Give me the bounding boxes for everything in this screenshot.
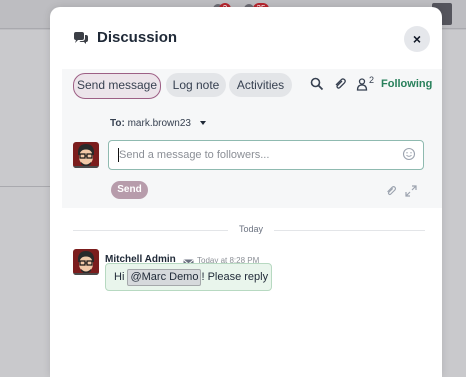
to-label: To: xyxy=(110,118,125,129)
discussion-dialog: Discussion × Send message Log note Activ… xyxy=(50,7,442,377)
comments-icon xyxy=(73,31,89,45)
dialog-header: Discussion × xyxy=(50,7,442,67)
tab-log-note[interactable]: Log note xyxy=(166,73,226,97)
dialog-title: Discussion xyxy=(97,29,178,46)
expand-icon[interactable] xyxy=(405,184,417,197)
mention-link[interactable]: @Marc Demo xyxy=(127,269,202,286)
text-cursor xyxy=(118,148,119,162)
tab-send-message[interactable]: Send message xyxy=(73,73,161,99)
tab-activities[interactable]: Activities xyxy=(229,73,292,97)
avatar xyxy=(73,142,99,168)
message-body: Hi @Marc Demo! Please reply xyxy=(105,263,272,291)
close-button[interactable]: × xyxy=(404,26,430,52)
message-input[interactable]: Send a message to followers... xyxy=(108,140,424,170)
recipient: mark.brown23 xyxy=(127,118,191,129)
message-text: Hi xyxy=(114,271,125,283)
background-divider xyxy=(0,186,50,187)
caret-down-icon[interactable] xyxy=(199,121,206,126)
search-icon[interactable] xyxy=(310,77,324,91)
date-separator-line xyxy=(73,230,228,231)
message-text: ! Please reply xyxy=(201,271,269,283)
paperclip-icon[interactable] xyxy=(333,77,347,91)
followers-count: 2 xyxy=(369,75,375,85)
following-button[interactable]: Following xyxy=(381,78,432,90)
recipients-line[interactable]: To: mark.brown23 xyxy=(110,118,206,129)
date-separator-line xyxy=(274,230,425,231)
date-separator: Today xyxy=(238,224,264,234)
paperclip-icon[interactable] xyxy=(385,184,397,196)
close-icon: × xyxy=(412,31,422,47)
send-button[interactable]: Send xyxy=(111,181,148,199)
user-icon[interactable] xyxy=(355,77,369,91)
avatar[interactable] xyxy=(73,249,99,275)
message-input-placeholder: Send a message to followers... xyxy=(119,149,270,161)
smiley-icon[interactable] xyxy=(402,147,416,161)
